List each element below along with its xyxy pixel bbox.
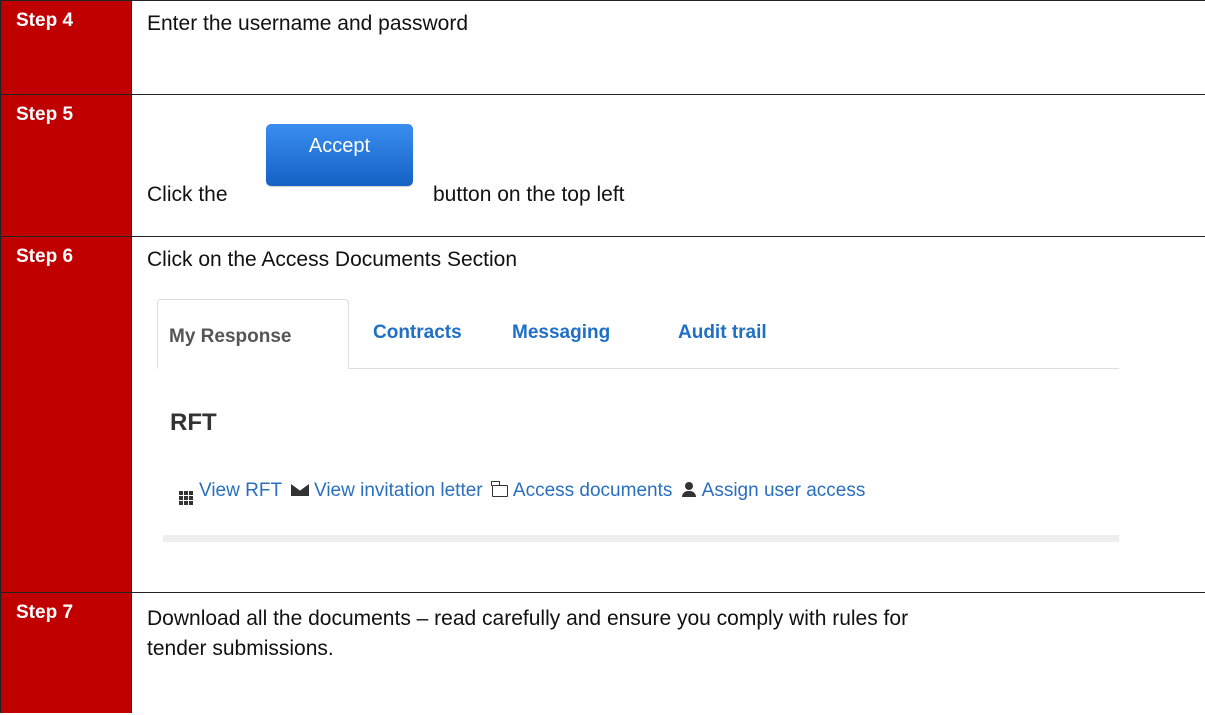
step-row: Step 5 Click the Accept button on the to…: [0, 94, 1205, 237]
folder-icon: [491, 481, 508, 497]
step-description: Enter the username and password: [147, 12, 469, 35]
tab-my-response[interactable]: My Response: [157, 299, 349, 369]
step-label: Step 5: [16, 104, 74, 125]
instruction-document: Step 4 Enter the username and password S…: [0, 0, 1205, 715]
view-rft-link[interactable]: View RFT: [199, 480, 282, 501]
envelope-icon: [291, 484, 309, 496]
steps-table: Step 4 Enter the username and password S…: [0, 0, 1205, 713]
step-description: Click on the Access Documents Section: [147, 248, 518, 271]
step-row: Step 7 Download all the documents – read…: [0, 592, 1205, 713]
tab-messaging[interactable]: Messaging: [512, 322, 610, 344]
step-description-line: Download all the documents – read carefu…: [147, 607, 909, 630]
access-documents-link[interactable]: Access documents: [513, 480, 672, 501]
tab-audit-trail[interactable]: Audit trail: [678, 322, 767, 344]
grid-icon: [179, 491, 193, 505]
panel-footer: [163, 535, 1119, 542]
section-title: RFT: [170, 409, 217, 436]
step-label: Step 7: [16, 602, 74, 623]
view-invitation-letter-link[interactable]: View invitation letter: [314, 480, 483, 501]
step-description-cell: Click the Accept button on the top left: [131, 94, 1205, 237]
assign-user-access-link[interactable]: Assign user access: [702, 480, 866, 501]
step-description-cell: Download all the documents – read carefu…: [131, 592, 1205, 713]
step-description-cell: Enter the username and password: [131, 0, 1205, 95]
step-label-cell: Step 6: [0, 236, 132, 593]
step-label: Step 4: [16, 10, 74, 31]
action-links: View RFT View invitation letter Access d…: [179, 480, 865, 505]
accept-button-label: Accept: [308, 134, 371, 157]
accept-button[interactable]: Accept: [266, 124, 413, 186]
step-row: Step 4 Enter the username and password: [0, 0, 1205, 95]
step-label-cell: Step 5: [0, 94, 132, 237]
step-description-before: Click the: [147, 183, 228, 206]
step-row: Step 6 Click on the Access Documents Sec…: [0, 236, 1205, 593]
user-icon: [681, 482, 696, 497]
step-label-cell: Step 4: [0, 0, 132, 95]
embedded-screenshot: My Response Contracts Messaging Audit tr…: [157, 299, 1119, 542]
step-label: Step 6: [16, 246, 74, 267]
step-description-line: tender submissions.: [147, 637, 334, 660]
tab-contracts[interactable]: Contracts: [373, 322, 462, 344]
step-description-cell: Click on the Access Documents Section My…: [131, 236, 1205, 593]
step-label-cell: Step 7: [0, 592, 132, 713]
step-description-after: button on the top left: [433, 183, 625, 206]
tab-label: My Response: [169, 326, 292, 347]
